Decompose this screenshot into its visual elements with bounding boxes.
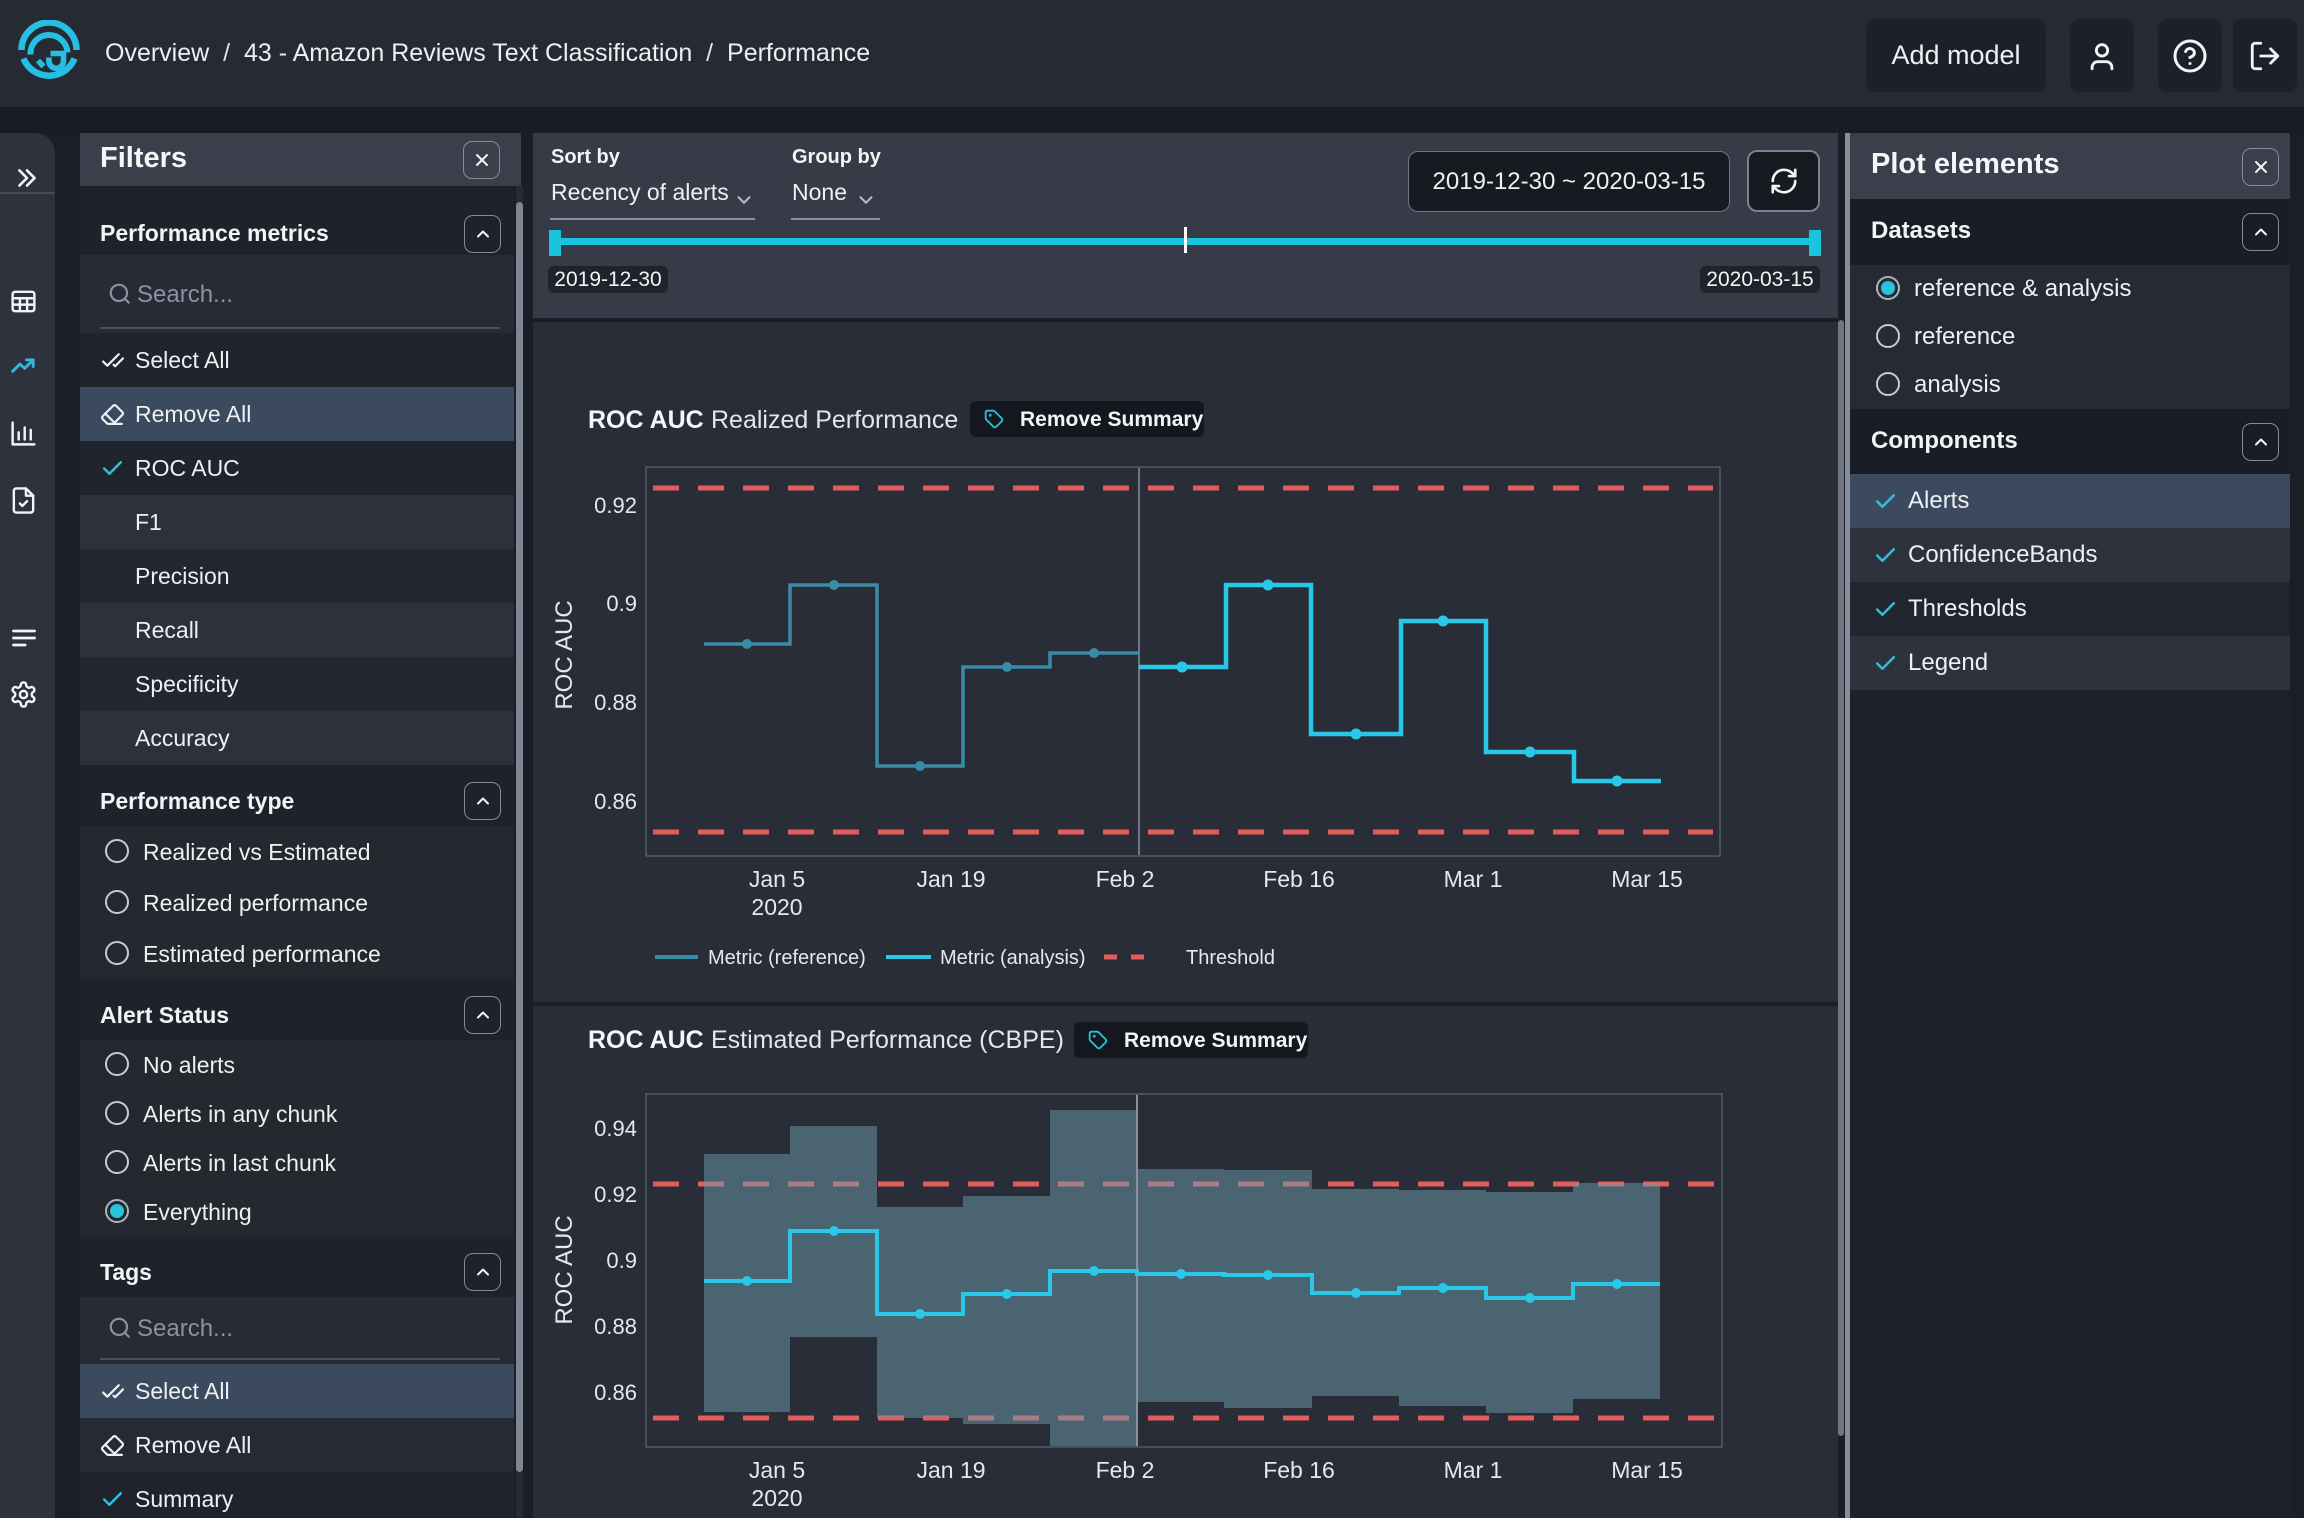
svg-text:Mar 1: Mar 1 xyxy=(1444,1457,1503,1483)
svg-text:Jan 5: Jan 5 xyxy=(749,866,805,892)
svg-text:0.86: 0.86 xyxy=(594,789,637,814)
svg-text:Threshold: Threshold xyxy=(1186,947,1275,969)
svg-text:Metric (reference): Metric (reference) xyxy=(708,947,866,969)
svg-text:0.9: 0.9 xyxy=(606,591,637,616)
svg-text:Jan 19: Jan 19 xyxy=(916,1457,985,1483)
svg-text:0.92: 0.92 xyxy=(594,1182,637,1207)
svg-text:Mar 1: Mar 1 xyxy=(1444,866,1503,892)
svg-text:0.9: 0.9 xyxy=(606,1248,637,1273)
svg-text:Jan 5: Jan 5 xyxy=(749,1457,805,1483)
svg-text:Feb 16: Feb 16 xyxy=(1263,1457,1335,1483)
svg-text:ROC AUC: ROC AUC xyxy=(551,1215,578,1324)
svg-text:ROC AUC: ROC AUC xyxy=(551,600,578,709)
svg-text:Mar 15: Mar 15 xyxy=(1611,866,1683,892)
svg-text:0.88: 0.88 xyxy=(594,1314,637,1339)
svg-text:0.94: 0.94 xyxy=(594,1116,637,1141)
svg-text:0.86: 0.86 xyxy=(594,1380,637,1405)
svg-text:2020: 2020 xyxy=(751,894,802,920)
svg-text:2020: 2020 xyxy=(751,1485,802,1511)
svg-text:0.88: 0.88 xyxy=(594,690,637,715)
svg-text:Feb 2: Feb 2 xyxy=(1096,866,1155,892)
svg-text:Mar 15: Mar 15 xyxy=(1611,1457,1683,1483)
svg-text:Feb 2: Feb 2 xyxy=(1096,1457,1155,1483)
svg-text:Feb 16: Feb 16 xyxy=(1263,866,1335,892)
svg-text:Metric (analysis): Metric (analysis) xyxy=(940,947,1086,969)
svg-text:Jan 19: Jan 19 xyxy=(916,866,985,892)
svg-text:0.92: 0.92 xyxy=(594,493,637,518)
